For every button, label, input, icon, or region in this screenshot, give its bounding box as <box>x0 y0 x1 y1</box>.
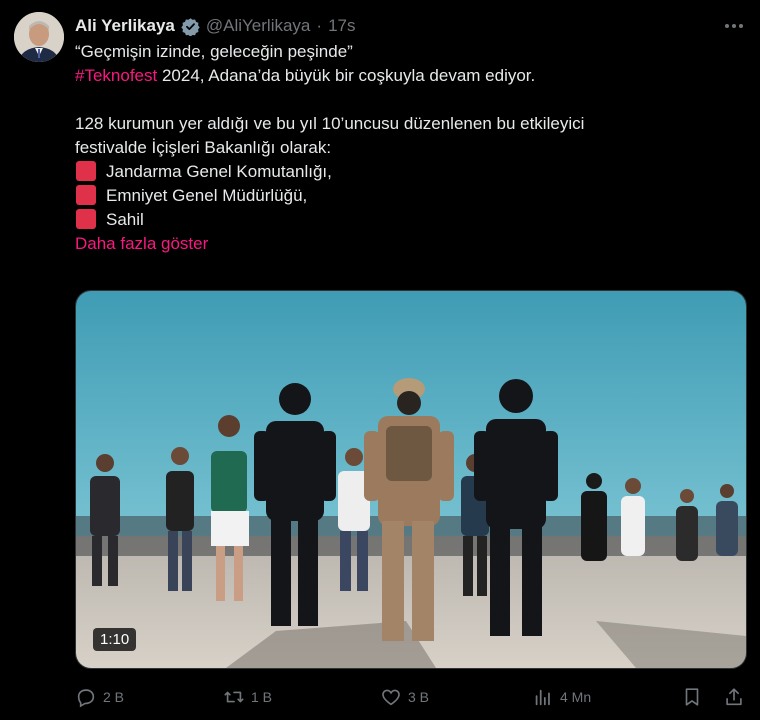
views-icon <box>535 689 550 706</box>
bookmark-button[interactable] <box>681 686 703 708</box>
hashtag-link[interactable]: #Teknofest <box>75 66 157 85</box>
bookmark-icon <box>685 688 699 706</box>
separator-dot: · <box>316 16 323 35</box>
tweet-actions: 2 B 1 B 3 B 4 Mn <box>75 682 745 712</box>
list-item: Sahil <box>75 208 735 232</box>
views-button[interactable]: 4 Mn <box>532 686 591 708</box>
like-icon <box>382 689 400 706</box>
repost-icon <box>224 691 244 703</box>
share-icon <box>726 688 742 706</box>
author-handle[interactable]: @AliYerlikaya <box>206 16 311 36</box>
list-item-text: Emniyet Genel Müdürlüğü, <box>106 186 308 205</box>
like-button[interactable]: 3 B <box>380 686 429 708</box>
reply-count: 2 B <box>103 689 125 705</box>
repost-button[interactable]: 1 B <box>223 686 272 708</box>
red-square-icon <box>76 209 96 229</box>
views-count: 4 Mn <box>560 689 592 705</box>
tweet-text: “Geçmişin izinde, geleceğin peşinde” #Te… <box>75 40 735 256</box>
red-square-icon <box>76 161 96 181</box>
tweet-line-2-text: 2024, Adana’da büyük bir coşkuyla devam … <box>157 66 536 85</box>
tweet-line-3: 128 kurumun yer aldığı ve bu yıl 10’uncu… <box>75 114 585 133</box>
list-item-text: Sahil <box>106 210 144 229</box>
tweet-line-4: festivalde İçişleri Bakanlığı olarak: <box>75 138 332 157</box>
reply-icon <box>77 689 95 708</box>
video-thumbnail <box>76 291 746 668</box>
tweet-line-2: #Teknofest 2024, Adana’da büyük bir coşk… <box>75 64 735 88</box>
verified-badge-icon <box>181 17 200 37</box>
list-item-text: Jandarma Genel Komutanlığı, <box>106 162 332 181</box>
red-square-icon <box>76 185 96 205</box>
list-item: Jandarma Genel Komutanlığı, <box>75 160 735 184</box>
video-duration: 1:10 <box>93 628 137 651</box>
tweet-header: Ali Yerlikaya @AliYerlikaya · 17s <box>75 14 355 38</box>
avatar[interactable] <box>14 12 64 62</box>
more-icon[interactable] <box>722 14 746 38</box>
show-more-link[interactable]: Daha fazla göster <box>75 232 735 256</box>
reply-button[interactable]: 2 B <box>75 686 124 708</box>
share-button[interactable] <box>723 686 745 708</box>
video-player[interactable]: 1:10 <box>75 290 747 669</box>
timestamp[interactable]: 17s <box>328 16 355 36</box>
tweet-line-1: “Geçmişin izinde, geleceğin peşinde” <box>75 42 353 61</box>
repost-count: 1 B <box>251 689 273 705</box>
list-item: Emniyet Genel Müdürlüğü, <box>75 184 735 208</box>
author-name[interactable]: Ali Yerlikaya <box>75 16 175 36</box>
like-count: 3 B <box>408 689 430 705</box>
tweet[interactable]: Ali Yerlikaya @AliYerlikaya · 17s “Geçmi… <box>0 0 760 720</box>
